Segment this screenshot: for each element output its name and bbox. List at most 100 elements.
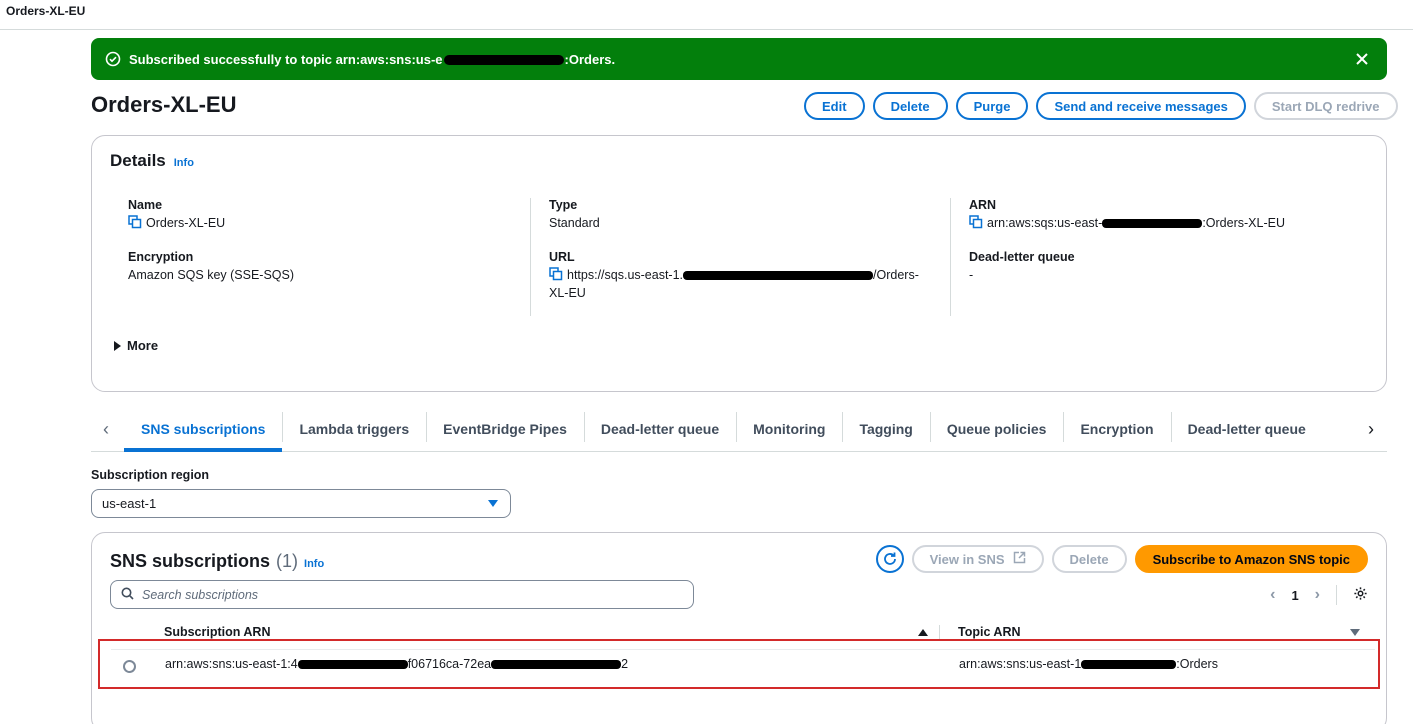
tab-eventbridge-pipes[interactable]: EventBridge Pipes — [426, 406, 584, 452]
caret-down-icon — [488, 500, 498, 507]
sort-descending-icon[interactable] — [1350, 629, 1360, 636]
delete-subscription-button[interactable]: Delete — [1051, 545, 1127, 573]
url-value-prefix: https://sqs.us-east-1. — [567, 268, 684, 282]
more-expander[interactable]: More — [114, 338, 158, 353]
url-field: URL https://sqs.us-east-1. /Orders- XL-EU — [549, 250, 930, 302]
subscribe-sns-topic-button[interactable]: Subscribe to Amazon SNS topic — [1134, 545, 1368, 573]
flash-message-suffix: :Orders. — [564, 51, 616, 67]
subscription-arn-mid: f06716ca-72ea — [407, 657, 492, 671]
dlq-label: Dead-letter queue — [969, 250, 1075, 264]
type-field: Type Standard — [549, 198, 930, 232]
redaction-mark — [1081, 660, 1177, 670]
arn-value-suffix: :Orders-XL-EU — [1202, 216, 1285, 230]
topic-arn-suffix: :Orders — [1176, 657, 1218, 671]
dlq-field: Dead-letter queue - — [969, 250, 1350, 284]
flash-message: Subscribed successfully to topic arn:aws… — [129, 52, 615, 67]
arn-value-prefix: arn:aws:sqs:us-east- — [987, 216, 1103, 230]
search-subscriptions[interactable] — [110, 580, 694, 609]
encryption-field: Encryption Amazon SQS key (SSE-SQS) — [128, 250, 528, 284]
url-label: URL — [549, 250, 575, 264]
window-title: Orders-XL-EU — [6, 4, 86, 18]
subscription-arn-cell: arn:aws:sns:us-east-1:4 f06716ca-72ea 2 — [165, 657, 628, 671]
success-check-icon — [105, 51, 121, 67]
subscription-arn-prefix: arn:aws:sns:us-east-1:4 — [165, 657, 298, 671]
tab-lambda-triggers[interactable]: Lambda triggers — [282, 406, 426, 452]
window-divider — [0, 29, 1413, 30]
refresh-icon[interactable] — [875, 545, 904, 573]
tab-queue-policies[interactable]: Queue policies — [929, 406, 1064, 452]
pagination: ‹ 1 › — [1270, 585, 1368, 605]
subscription-region-select[interactable]: us-east-1 — [91, 489, 511, 518]
dlq-value: - — [969, 268, 974, 282]
redaction-mark — [297, 660, 408, 670]
arn-label: ARN — [969, 198, 997, 212]
redaction-mark — [491, 660, 622, 670]
type-value: Standard — [549, 216, 600, 230]
tab-strip: SNS subscriptions Lambda triggers EventB… — [124, 406, 1316, 452]
subscription-region-label: Subscription region — [91, 468, 210, 482]
sns-subscriptions-container: SNS subscriptions (1) Info View in SNS D… — [91, 532, 1387, 724]
tab-monitoring[interactable]: Monitoring — [736, 406, 842, 452]
view-in-sns-button[interactable]: View in SNS — [911, 545, 1044, 573]
send-receive-messages-button[interactable]: Send and receive messages — [1036, 92, 1246, 120]
name-value: Orders-XL-EU — [146, 216, 226, 230]
tab-dead-letter-queue-redrive[interactable]: Dead-letter queue — [1170, 406, 1316, 452]
caret-right-icon — [114, 340, 121, 351]
sns-info-link[interactable]: Info — [304, 558, 324, 570]
tab-bar: ‹ SNS subscriptions Lambda triggers Even… — [91, 406, 1387, 452]
table-row[interactable]: arn:aws:sns:us-east-1:4 f06716ca-72ea 2 ar… — [98, 639, 1380, 689]
gear-icon[interactable] — [1353, 586, 1368, 604]
details-column-1: Name Orders-XL-EU Encryption Amazon SQS … — [128, 198, 528, 302]
row-select-radio[interactable] — [123, 660, 136, 673]
tab-tagging[interactable]: Tagging — [842, 406, 929, 452]
redaction-mark — [443, 55, 564, 66]
encryption-label: Encryption — [128, 250, 194, 264]
details-info-link[interactable]: Info — [174, 157, 194, 169]
tab-sns-subscriptions[interactable]: SNS subscriptions — [124, 406, 283, 452]
close-icon[interactable] — [1353, 50, 1371, 68]
more-label: More — [127, 338, 159, 353]
details-header: Details Info — [110, 151, 194, 171]
copy-icon[interactable] — [128, 215, 142, 229]
sort-ascending-icon[interactable] — [918, 629, 928, 636]
flash-message-prefix: Subscribed successfully to topic arn:aws… — [129, 51, 443, 67]
url-value-suffix: /Orders- — [873, 268, 919, 282]
details-heading: Details — [110, 151, 166, 170]
edit-button[interactable]: Edit — [804, 92, 865, 120]
header-actions: Edit Delete Purge Send and receive messa… — [804, 92, 1398, 120]
current-page[interactable]: 1 — [1291, 588, 1298, 603]
redaction-mark — [683, 271, 874, 281]
tabs-scroll-right-icon[interactable]: › — [1360, 418, 1382, 440]
search-icon — [121, 587, 134, 603]
previous-page-icon[interactable]: ‹ — [1270, 586, 1275, 604]
name-label: Name — [128, 198, 163, 212]
arn-field: ARN arn:aws:sqs:us-east- :Orders-XL-EU — [969, 198, 1350, 232]
sns-count: (1) — [276, 551, 299, 571]
details-column-3: ARN arn:aws:sqs:us-east- :Orders-XL-EU De… — [950, 198, 1350, 316]
tab-dead-letter-queue[interactable]: Dead-letter queue — [583, 406, 736, 452]
row-divider — [111, 649, 1375, 650]
topic-arn-prefix: arn:aws:sns:us-east-1 — [959, 657, 1082, 671]
copy-icon[interactable] — [969, 215, 983, 229]
success-flashbar: Subscribed successfully to topic arn:aws… — [91, 38, 1387, 80]
next-page-icon[interactable]: › — [1315, 586, 1320, 604]
purge-button[interactable]: Purge — [955, 92, 1029, 120]
copy-icon[interactable] — [549, 267, 563, 281]
sns-heading: SNS subscriptions — [110, 551, 271, 571]
type-label: Type — [549, 198, 578, 212]
search-input[interactable] — [142, 587, 682, 602]
redaction-mark — [1102, 219, 1203, 229]
page-title: Orders-XL-EU — [91, 92, 237, 117]
sns-actions: View in SNS Delete Subscribe to Amazon S… — [875, 545, 1368, 573]
view-in-sns-label: View in SNS — [929, 551, 1005, 567]
delete-button[interactable]: Delete — [872, 92, 948, 120]
column-header-subscription-arn[interactable]: Subscription ARN — [164, 625, 270, 639]
column-header-topic-arn[interactable]: Topic ARN — [958, 625, 1021, 639]
details-column-2: Type Standard URL https://sqs.us-east-1.… — [530, 198, 930, 316]
start-dlq-redrive-button[interactable]: Start DLQ redrive — [1253, 92, 1398, 120]
subscription-arn-suffix: 2 — [621, 657, 629, 671]
tab-encryption[interactable]: Encryption — [1063, 406, 1170, 452]
topic-arn-cell: arn:aws:sns:us-east-1 :Orders — [959, 657, 1218, 671]
encryption-value: Amazon SQS key (SSE-SQS) — [128, 268, 295, 282]
tabs-scroll-left-icon[interactable]: ‹ — [95, 418, 117, 440]
